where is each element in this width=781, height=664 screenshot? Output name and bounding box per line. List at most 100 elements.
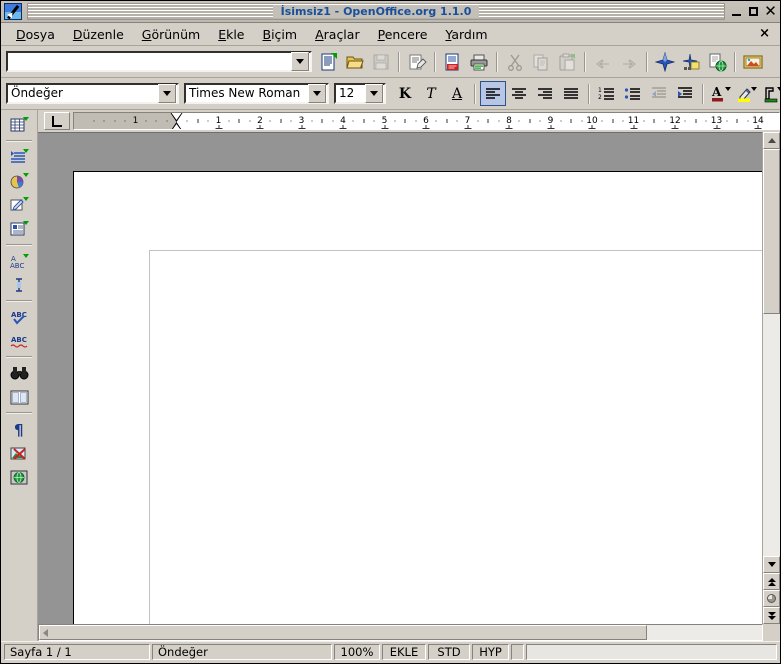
menu-pencere[interactable]: Pencere	[369, 25, 437, 44]
insert-field-icon[interactable]	[5, 145, 33, 169]
increase-indent-button[interactable]	[672, 81, 698, 106]
italic-button[interactable]: T	[418, 81, 444, 106]
horizontal-scroll-thumb[interactable]	[39, 625, 647, 640]
gallery-icon[interactable]	[678, 49, 704, 74]
font-name-dropdown-arrow[interactable]	[308, 84, 326, 103]
menu-gorunum[interactable]: Görünüm	[133, 25, 209, 44]
spellcheck-icon[interactable]: ABC	[5, 305, 33, 329]
underline-button[interactable]: A	[444, 81, 470, 106]
vertical-scrollbar[interactable]	[762, 132, 780, 624]
new-document-icon[interactable]	[316, 49, 342, 74]
hyperlink-globe-icon[interactable]	[704, 49, 730, 74]
ruler-tab-stop[interactable]	[588, 125, 596, 129]
ruler-tab-stop[interactable]	[422, 125, 430, 129]
load-url-input[interactable]	[8, 52, 291, 71]
maximize-button[interactable]	[746, 4, 761, 19]
text-cursor-icon[interactable]	[5, 273, 33, 297]
previous-page-button[interactable]	[763, 573, 780, 590]
background-color-button[interactable]	[760, 81, 781, 106]
ruler-tab-stop[interactable]	[381, 125, 388, 129]
menu-duzenle[interactable]: Düzenle	[64, 25, 133, 44]
align-right-button[interactable]	[532, 81, 558, 106]
vertical-scroll-track[interactable]	[763, 149, 780, 556]
tab-selector-button[interactable]	[44, 112, 70, 130]
horizontal-scroll-track[interactable]	[38, 624, 763, 641]
export-pdf-icon[interactable]	[440, 49, 466, 74]
navigator-compass-icon[interactable]	[652, 49, 678, 74]
font-size-combo[interactable]: 12	[334, 83, 386, 104]
scroll-left-arrow-icon[interactable]	[43, 628, 48, 637]
next-page-button[interactable]	[763, 607, 780, 624]
vertical-scroll-thumb[interactable]	[763, 149, 780, 314]
ruler-half-tick	[280, 119, 282, 123]
ruler-tab-stop[interactable]	[547, 125, 554, 129]
print-icon[interactable]	[466, 49, 492, 74]
title-bar: İsimsiz1 - OpenOffice.org 1.1.0 ✕	[1, 1, 780, 23]
status-selection-mode[interactable]: STD	[428, 644, 470, 660]
menu-yardim[interactable]: Yardım	[436, 25, 496, 44]
bullet-list-button[interactable]	[620, 81, 646, 106]
menu-ekle[interactable]: Ekle	[209, 25, 253, 44]
find-replace-binoculars-icon[interactable]	[5, 361, 33, 385]
status-insert-mode[interactable]: EKLE	[382, 644, 426, 660]
insert-image-icon[interactable]	[740, 49, 766, 74]
edit-file-icon[interactable]	[404, 49, 430, 74]
formatting-marks-pilcrow-icon[interactable]: ¶	[5, 417, 33, 441]
menu-araclar[interactable]: Araçlar	[306, 25, 369, 44]
horizontal-ruler[interactable]: 1 1 2 3 4 5 6 7 8 9 10 11 12 13 14	[73, 112, 780, 130]
minimize-button[interactable]	[729, 4, 744, 19]
insert-table-icon[interactable]	[5, 113, 33, 137]
numbered-list-button[interactable]: 1 2	[594, 81, 620, 106]
document-close-button[interactable]: ×	[759, 26, 770, 41]
status-style[interactable]: Öndeğer	[152, 644, 332, 660]
bold-button[interactable]: K	[392, 81, 418, 106]
document-page[interactable]	[73, 171, 762, 624]
align-center-button[interactable]	[506, 81, 532, 106]
bold-label: K	[398, 85, 412, 102]
ruler-dot	[186, 120, 188, 122]
window-title: İsimsiz1 - OpenOffice.org 1.1.0	[272, 5, 480, 18]
function-toolbar	[1, 46, 780, 78]
insert-chart-icon[interactable]	[5, 169, 33, 193]
openoffice-writer-window: İsimsiz1 - OpenOffice.org 1.1.0 ✕ Dosya …	[0, 0, 781, 664]
indent-marker[interactable]	[170, 113, 184, 129]
ruler-dot	[415, 120, 417, 122]
menu-dosya[interactable]: Dosya	[7, 25, 64, 44]
draw-functions-icon[interactable]	[5, 193, 33, 217]
autoformat-abc-icon[interactable]: A ABC	[5, 249, 33, 273]
ruler-tab-stop[interactable]	[339, 125, 347, 129]
autospellcheck-icon[interactable]: ABC	[5, 329, 33, 353]
highlight-color-button[interactable]	[734, 81, 760, 106]
load-url-dropdown-arrow[interactable]	[291, 52, 309, 71]
insert-frame-icon[interactable]	[5, 217, 33, 241]
ruler-tab-stop[interactable]	[671, 125, 679, 129]
menu-bicim[interactable]: Biçim	[254, 25, 307, 44]
online-layout-icon[interactable]	[5, 465, 33, 489]
ruler-tab-stop[interactable]	[215, 125, 222, 129]
scroll-down-button[interactable]	[763, 556, 780, 573]
font-color-button[interactable]: A	[708, 81, 734, 106]
status-zoom[interactable]: 100%	[334, 644, 380, 660]
status-hyperlink-mode[interactable]: HYP	[472, 644, 509, 660]
open-folder-icon[interactable]	[342, 49, 368, 74]
scroll-up-button[interactable]	[763, 132, 780, 149]
ruler-tab-stop[interactable]	[713, 125, 720, 129]
ruler-tab-stop[interactable]	[256, 125, 264, 129]
font-name-combo[interactable]: Times New Roman	[184, 83, 329, 104]
font-size-dropdown-arrow[interactable]	[365, 84, 383, 103]
navigation-button[interactable]	[763, 590, 780, 607]
align-left-button[interactable]	[480, 81, 506, 106]
load-url-combo[interactable]	[6, 51, 312, 72]
ruler-tab-stop[interactable]	[754, 125, 762, 129]
images-off-icon[interactable]	[5, 441, 33, 465]
close-button[interactable]: ✕	[763, 4, 778, 19]
ruler-tab-stop[interactable]	[505, 125, 513, 129]
paragraph-style-dropdown-arrow[interactable]	[158, 84, 176, 103]
page-columns-icon[interactable]	[5, 385, 33, 409]
ruler-tab-stop[interactable]	[298, 125, 305, 129]
paragraph-style-combo[interactable]: Öndeğer	[6, 83, 179, 104]
align-justify-button[interactable]	[558, 81, 584, 106]
document-canvas[interactable]	[38, 132, 762, 624]
ruler-tab-stop[interactable]	[464, 125, 471, 129]
ruler-tab-stop[interactable]	[630, 125, 637, 129]
